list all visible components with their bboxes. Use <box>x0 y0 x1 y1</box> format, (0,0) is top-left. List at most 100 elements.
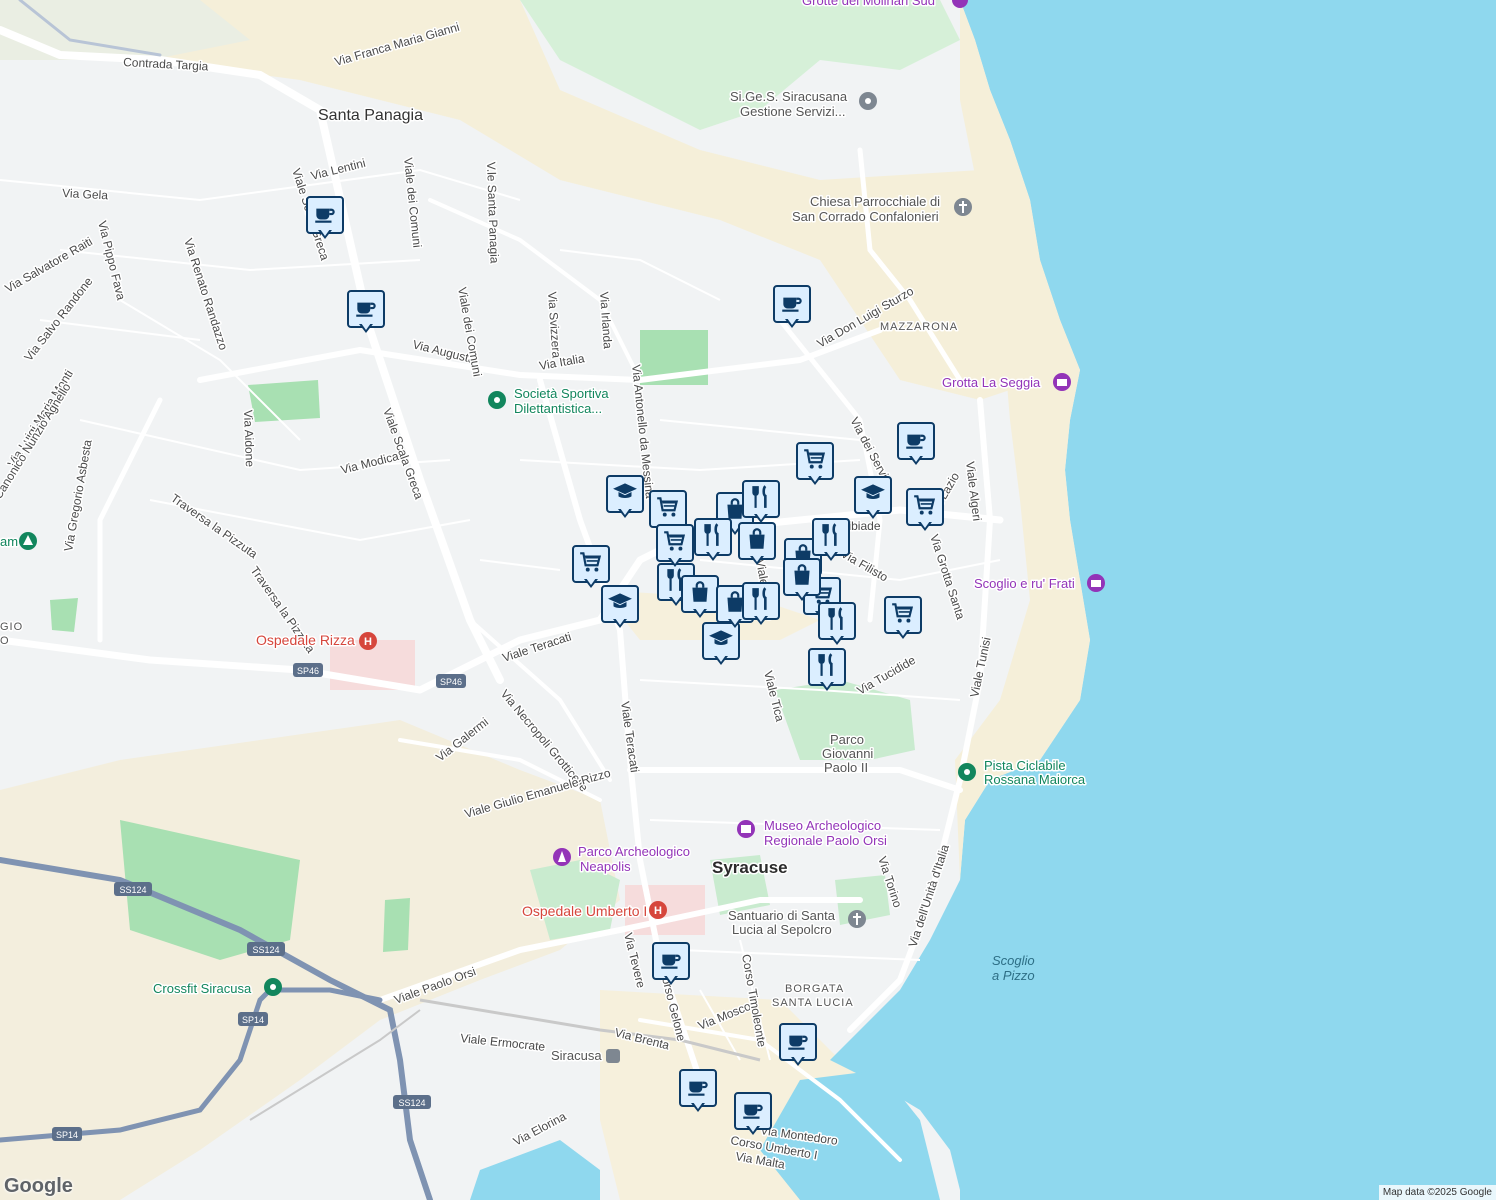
poi-label: Ospedale Umberto I <box>522 903 647 919</box>
svg-text:SP46: SP46 <box>297 666 319 676</box>
cutlery-icon <box>700 522 726 553</box>
poi-label: Parco <box>830 732 864 747</box>
map-marker-coffee[interactable] <box>347 290 385 336</box>
coffee-icon <box>779 289 805 320</box>
map-marker-cart[interactable] <box>884 596 922 642</box>
map-marker-graduation-cap[interactable] <box>854 476 892 522</box>
sea-label: Scoglio <box>992 953 1035 968</box>
svg-text:SS124: SS124 <box>398 1098 425 1108</box>
cart-icon <box>655 494 681 525</box>
map-marker-cutlery[interactable] <box>808 648 846 694</box>
poi-label: Pista Ciclabile <box>984 758 1066 773</box>
poi-label: Lucia al Sepolcro <box>732 922 832 937</box>
bag-icon <box>789 562 815 593</box>
map-marker-cutlery[interactable] <box>812 518 850 564</box>
poi-label: San Corrado Confalonieri <box>792 209 939 224</box>
coffee-icon <box>658 946 684 977</box>
map-marker-bag[interactable] <box>681 575 719 621</box>
poi-station-siracusa[interactable]: Siracusa <box>550 1047 620 1065</box>
map-marker-coffee[interactable] <box>897 422 935 468</box>
map-marker-cutlery[interactable] <box>694 518 732 564</box>
poi-label: Ospedale Rizza <box>256 632 355 648</box>
poi-label: Crossfit Siracusa <box>153 981 252 996</box>
poi-label: Gestione Servizi... <box>740 104 846 119</box>
cart-icon <box>662 528 688 559</box>
map-marker-graduation-cap[interactable] <box>601 585 639 631</box>
coffee-icon <box>685 1073 711 1104</box>
park-area-strip <box>383 898 410 952</box>
cart-icon <box>578 549 604 580</box>
poi-ospedale-umberto[interactable]: Ospedale Umberto I H <box>521 901 667 921</box>
park-area-west-small <box>50 598 78 632</box>
graduation-cap-icon <box>860 480 886 511</box>
graduation-cap-icon <box>612 479 638 510</box>
svg-text:SS124: SS124 <box>119 885 146 895</box>
cart-icon <box>802 446 828 477</box>
coffee-icon <box>903 426 929 457</box>
area-label-santa-panagia: Santa Panagia <box>318 107 423 124</box>
map-marker-cart[interactable] <box>796 442 834 488</box>
poi-label: Chiesa Parrocchiale di <box>810 194 940 209</box>
poi-label: Neapolis <box>580 859 631 874</box>
map-marker-cart[interactable] <box>656 524 694 570</box>
poi-label: Rossana Maiorca <box>984 772 1086 787</box>
graduation-cap-icon <box>607 589 633 620</box>
map-marker-bag[interactable] <box>738 522 776 568</box>
cutlery-icon <box>748 484 774 515</box>
svg-text:H: H <box>654 905 662 917</box>
cutlery-icon <box>824 606 850 637</box>
sea-label: a Pizzo <box>992 968 1035 983</box>
poi-label: Regionale Paolo Orsi <box>764 833 887 848</box>
map-marker-cutlery[interactable] <box>742 480 780 526</box>
poi-label: am <box>0 534 18 549</box>
street-label: Via Gela <box>62 186 109 202</box>
poi-label: Museo Archeologico <box>764 818 881 833</box>
road-shield: SS124 <box>393 1095 431 1109</box>
map-marker-cutlery[interactable] <box>818 602 856 648</box>
poi-label: Grotte dei Molinari Sud <box>802 0 935 8</box>
map-marker-cutlery[interactable] <box>742 582 780 628</box>
svg-text:SP46: SP46 <box>440 677 462 687</box>
coffee-icon <box>312 200 338 231</box>
road-shield: SP46 <box>293 663 323 677</box>
cutlery-icon <box>748 586 774 617</box>
svg-text:SS124: SS124 <box>252 945 279 955</box>
map-marker-coffee[interactable] <box>679 1069 717 1115</box>
cart-icon <box>890 600 916 631</box>
map-marker-coffee[interactable] <box>652 942 690 988</box>
map-attribution[interactable]: Map data ©2025 Google <box>1378 1185 1496 1200</box>
poi-label: Dilettantistica... <box>514 401 602 416</box>
poi-label: Siracusa <box>551 1048 602 1063</box>
area-label-o: O <box>0 635 10 647</box>
poi-scoglio-pizzo: Scoglio a Pizzo <box>992 953 1035 983</box>
street-label: Via Aidone <box>241 410 257 468</box>
poi-label: Parco Archeologico <box>578 844 690 859</box>
road-shield: SS124 <box>247 942 285 956</box>
map-marker-cart[interactable] <box>906 488 944 534</box>
city-label-syracuse: Syracuse <box>712 858 788 877</box>
poi-label: Grotta La Seggia <box>942 375 1041 390</box>
svg-text:SP14: SP14 <box>242 1015 264 1025</box>
svg-text:SP14: SP14 <box>56 1130 78 1140</box>
poi-label: Società Sportiva <box>514 386 609 401</box>
map-marker-coffee[interactable] <box>773 285 811 331</box>
park-area-aidone <box>248 380 320 422</box>
area-label-santa-lucia: SANTA LUCIA <box>772 997 854 1009</box>
coffee-icon <box>740 1096 766 1127</box>
cutlery-icon <box>814 652 840 683</box>
road-shield: SS124 <box>114 882 152 896</box>
map-marker-coffee[interactable] <box>734 1092 772 1138</box>
poi-label: Si.Ge.S. Siracusana <box>730 89 848 104</box>
map-marker-coffee[interactable] <box>779 1023 817 1069</box>
coffee-icon <box>353 294 379 325</box>
cart-icon <box>912 492 938 523</box>
road-shield: SP14 <box>238 1012 268 1026</box>
google-logo: Google <box>4 1175 73 1197</box>
area-label-borgata: BORGATA <box>785 983 844 995</box>
map-marker-graduation-cap[interactable] <box>606 475 644 521</box>
poi-label: Paolo II <box>824 760 868 775</box>
map-marker-coffee[interactable] <box>306 196 344 242</box>
coffee-icon <box>785 1027 811 1058</box>
poi-label: Scoglio e ru' Frati <box>974 576 1075 591</box>
map-marker-bag[interactable] <box>783 558 821 604</box>
